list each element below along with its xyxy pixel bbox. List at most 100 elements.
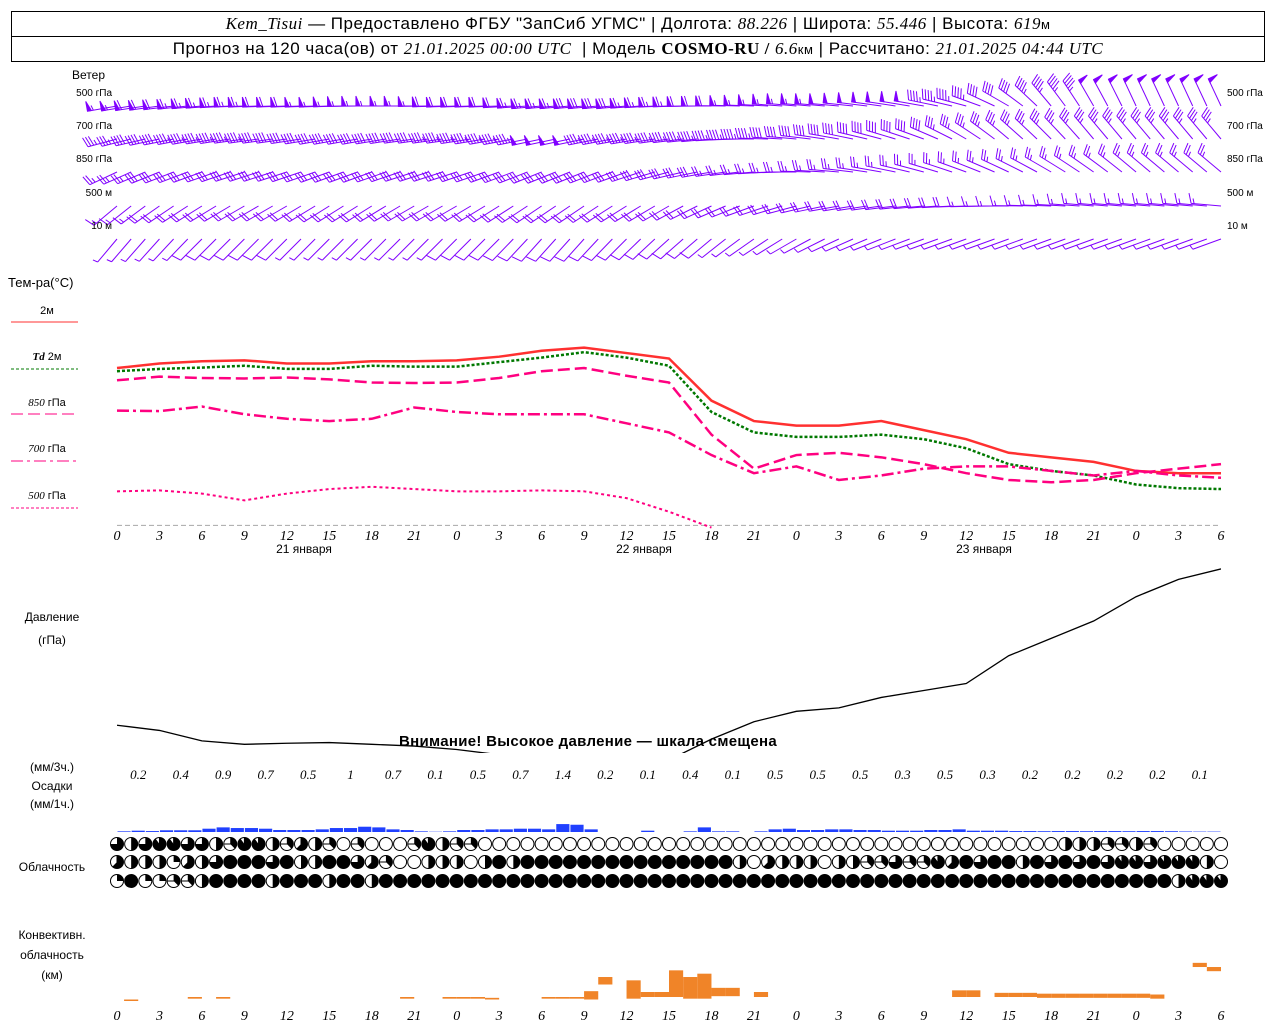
cloud-symbol bbox=[124, 855, 139, 869]
cloud-symbol bbox=[959, 855, 974, 869]
precip-bar bbox=[1023, 831, 1037, 832]
wind-barb bbox=[1207, 74, 1222, 107]
cloud-symbol bbox=[1157, 874, 1172, 888]
cloud-symbol bbox=[775, 855, 790, 869]
wind-barb bbox=[526, 238, 557, 262]
precip-bar bbox=[457, 830, 471, 832]
wind-barb bbox=[752, 238, 783, 256]
precip-bar bbox=[556, 824, 570, 832]
conv-label-1: Конвективн. bbox=[18, 928, 86, 942]
pressure-label: Давление bbox=[24, 610, 80, 624]
cloud-symbol bbox=[831, 837, 846, 851]
cloud-symbol bbox=[251, 874, 266, 888]
cloud-symbol bbox=[916, 855, 931, 869]
wind-barb bbox=[679, 238, 712, 259]
cloud-symbol bbox=[1114, 837, 1129, 851]
cloud-symbol bbox=[945, 874, 960, 888]
precip-bar bbox=[683, 831, 697, 832]
cloud-symbol bbox=[959, 837, 974, 851]
precip-3h-total: 0.7 bbox=[257, 767, 274, 782]
wind-barb bbox=[408, 205, 443, 222]
conv-label-2: облачность bbox=[20, 948, 84, 962]
cloud-symbol bbox=[393, 855, 408, 869]
cloud-symbol bbox=[492, 855, 507, 869]
cloud-symbol bbox=[789, 874, 804, 888]
cloud-symbol bbox=[435, 855, 450, 869]
cloud-symbol bbox=[676, 855, 691, 869]
alt-label: Высота: bbox=[942, 14, 1009, 33]
cloud-symbol bbox=[308, 855, 323, 869]
wind-barb bbox=[1046, 73, 1066, 107]
cloud-symbol bbox=[336, 874, 351, 888]
cloud-symbol bbox=[633, 837, 648, 851]
model-name: COSMO-RU / bbox=[661, 39, 770, 58]
cloud-symbol bbox=[378, 855, 393, 869]
lon-label: Долгота: bbox=[661, 14, 733, 33]
cloud-symbol bbox=[888, 837, 903, 851]
lat-value: 55.446 bbox=[877, 14, 927, 33]
time-tick-label: 3 bbox=[1174, 529, 1182, 544]
time-tick-label-bottom: 12 bbox=[959, 1009, 973, 1024]
cloud-symbol bbox=[209, 874, 224, 888]
time-tick-label-bottom: 21 bbox=[747, 1009, 761, 1024]
wind-barb bbox=[82, 171, 118, 186]
wind-barb bbox=[106, 238, 132, 263]
cloud-symbol bbox=[1171, 837, 1186, 851]
forecast-time: 21.01.2025 00:00 UTC bbox=[403, 39, 572, 58]
precip-3h-unit: (мм/3ч.) bbox=[29, 760, 75, 774]
cloud-symbol bbox=[478, 855, 492, 869]
precip-bar bbox=[174, 830, 188, 832]
precip-bar bbox=[796, 830, 811, 832]
temp-label: Тем-ра(°C) bbox=[8, 275, 74, 290]
cloud-symbol bbox=[633, 874, 648, 888]
cloud-symbol bbox=[775, 874, 790, 888]
cloud-symbol bbox=[803, 855, 818, 869]
precip-bar bbox=[287, 830, 301, 832]
precip-3h-total: 1.4 bbox=[555, 767, 572, 782]
precip-bar bbox=[273, 830, 287, 832]
cloud-symbol bbox=[478, 837, 492, 851]
precip-3h-total: 0.5 bbox=[300, 767, 317, 782]
precip-bar bbox=[782, 828, 796, 832]
wind-barb bbox=[540, 238, 571, 262]
wind-barb bbox=[635, 205, 670, 222]
precip-3h-total: 0.5 bbox=[767, 767, 784, 782]
wind-level-label-right-500gpa: 500 гПа bbox=[1227, 88, 1263, 99]
cloud-symbol bbox=[846, 837, 860, 851]
time-tick-label: 0 bbox=[1133, 529, 1140, 544]
cloud-symbol bbox=[676, 874, 691, 888]
cloud-symbol bbox=[393, 837, 408, 851]
conv-cloud-bar bbox=[124, 999, 139, 1002]
cloud-symbol bbox=[746, 855, 761, 869]
conv-cloud-bar bbox=[1093, 993, 1108, 998]
legend-850-value: 850 bbox=[28, 397, 45, 409]
precip-bar bbox=[881, 830, 895, 832]
precip-bar bbox=[1136, 831, 1150, 832]
wind-level-label-right-500m: 500 м bbox=[1227, 188, 1254, 199]
wind-barb bbox=[554, 238, 585, 262]
cloud-symbol bbox=[166, 855, 181, 869]
wind-barb bbox=[536, 205, 571, 224]
cloud-symbol bbox=[138, 837, 153, 851]
cloud-symbol bbox=[378, 874, 393, 888]
precip-bar bbox=[895, 830, 910, 832]
precip-3h-total: 0.1 bbox=[640, 767, 656, 782]
precip-bar bbox=[980, 830, 995, 832]
cloud-symbol bbox=[378, 837, 393, 851]
time-tick-label-bottom: 6 bbox=[1218, 1009, 1225, 1024]
wind-level-label-850gpa: 850 гПа bbox=[76, 154, 112, 165]
wind-barb bbox=[468, 238, 500, 261]
conv-cloud-bar bbox=[456, 997, 471, 999]
cloud-symbol bbox=[874, 874, 889, 888]
cloud-symbol bbox=[138, 874, 153, 888]
precip-3h-total: 0.3 bbox=[979, 767, 996, 782]
cloud-symbol bbox=[704, 874, 719, 888]
precip-bar bbox=[995, 830, 1009, 832]
cloud-symbol bbox=[831, 874, 846, 888]
time-tick-label: 9 bbox=[241, 529, 248, 544]
time-tick-label: 21 bbox=[407, 529, 421, 544]
cloud-symbol bbox=[435, 874, 450, 888]
conv-cloud-bar bbox=[1192, 962, 1207, 968]
precip-label: Осадки bbox=[31, 779, 73, 793]
cloud-symbol bbox=[364, 874, 379, 888]
